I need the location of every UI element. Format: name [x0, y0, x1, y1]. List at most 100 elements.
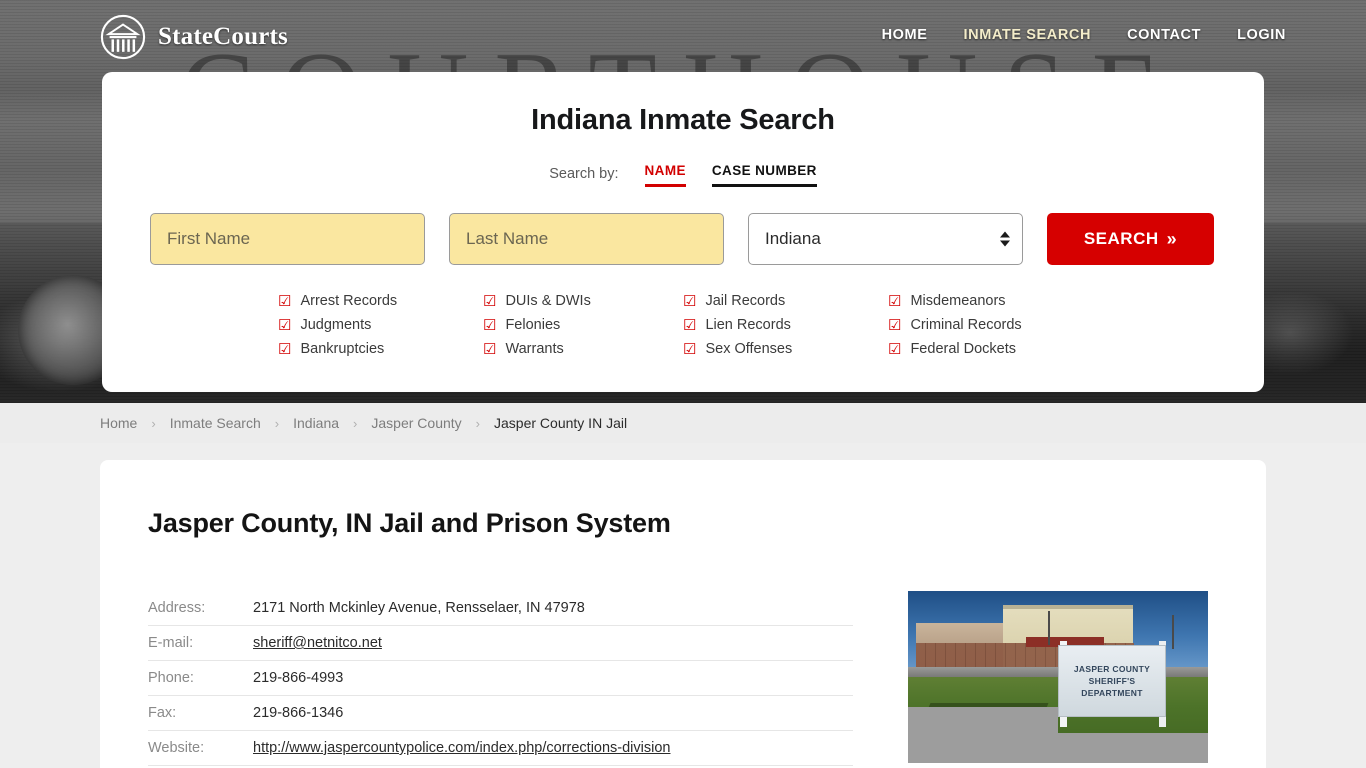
hero-header: COURTHOUSE StateCourts HOME INMATE SEARC… — [0, 0, 1366, 403]
facility-photo: JASPER COUNTY SHERIFF'S DEPARTMENT — [908, 591, 1208, 763]
sign-line-1: JASPER COUNTY — [1073, 664, 1151, 674]
search-button-label: SEARCH — [1083, 229, 1159, 248]
features-grid: ☑ Arrest Records ☑ DUIs & DWIs ☑ Jail Re… — [102, 293, 1264, 357]
photo-light-pole — [1172, 615, 1174, 649]
top-navigation: HOME INMATE SEARCH CONTACT LOGIN — [882, 27, 1286, 43]
feature-label: Federal Dockets — [910, 341, 1017, 357]
brand-name: StateCourts — [158, 23, 288, 50]
table-row: E-mail: sheriff@netnitco.net — [148, 626, 853, 661]
detail-label-address: Address: — [148, 600, 206, 616]
nav-item-inmate-search[interactable]: INMATE SEARCH — [964, 27, 1092, 43]
detail-value-address: 2171 North Mckinley Avenue, Rensselaer, … — [253, 600, 585, 616]
feature-label: Sex Offenses — [705, 341, 793, 357]
checkbox-checked-icon: ☑ — [278, 292, 292, 310]
feature-duis-dwis[interactable]: ☑ DUIs & DWIs — [483, 293, 683, 309]
breadcrumb-item-jasper-county[interactable]: Jasper County — [371, 415, 461, 431]
checkbox-checked-icon: ☑ — [483, 340, 497, 358]
brand-logo[interactable]: StateCourts — [100, 14, 288, 60]
feature-label: Arrest Records — [300, 293, 398, 309]
feature-label: Lien Records — [705, 317, 791, 333]
chevron-right-icon: › — [274, 415, 280, 431]
checkbox-checked-icon: ☑ — [278, 316, 292, 334]
search-button[interactable]: SEARCH » — [1047, 213, 1214, 265]
table-row: Fax: 219-866-1346 — [148, 696, 853, 731]
checkbox-checked-icon: ☑ — [888, 340, 902, 358]
email-link[interactable]: sheriff@netnitco.net — [253, 635, 382, 651]
page-title: Jasper County, IN Jail and Prison System — [148, 508, 671, 538]
feature-label: Felonies — [505, 317, 561, 333]
first-name-input[interactable] — [150, 213, 425, 265]
detail-value-phone: 219-866-4993 — [253, 670, 344, 686]
feature-bankruptcies[interactable]: ☑ Bankruptcies — [278, 341, 483, 357]
photo-footer-bar — [908, 733, 1208, 763]
sign-line-2: SHERIFF'S — [1088, 676, 1136, 686]
detail-label-phone: Phone: — [148, 670, 194, 686]
breadcrumb-item-inmate-search[interactable]: Inmate Search — [170, 415, 261, 431]
inmate-search-card: Indiana Inmate Search Search by: NAME CA… — [102, 72, 1264, 392]
checkbox-checked-icon: ☑ — [683, 340, 697, 358]
checkbox-checked-icon: ☑ — [278, 340, 292, 358]
feature-label: Warrants — [505, 341, 564, 357]
feature-felonies[interactable]: ☑ Felonies — [483, 317, 683, 333]
state-select-wrapper — [748, 213, 1023, 265]
table-row: Phone: 219-866-4993 — [148, 661, 853, 696]
photo-sheriff-sign: JASPER COUNTY SHERIFF'S DEPARTMENT — [1058, 645, 1166, 717]
feature-arrest-records[interactable]: ☑ Arrest Records — [278, 293, 483, 309]
tab-search-by-case-number[interactable]: CASE NUMBER — [711, 163, 817, 187]
feature-criminal-records[interactable]: ☑ Criminal Records — [888, 317, 1088, 333]
feature-jail-records[interactable]: ☑ Jail Records — [683, 293, 888, 309]
feature-label: Bankruptcies — [300, 341, 385, 357]
photo-crop-mask — [908, 707, 1058, 735]
breadcrumb-item-current: Jasper County IN Jail — [494, 415, 628, 431]
facility-details-table: Address: 2171 North Mckinley Avenue, Ren… — [148, 591, 853, 766]
feature-warrants[interactable]: ☑ Warrants — [483, 341, 683, 357]
detail-value-fax: 219-866-1346 — [253, 705, 344, 721]
feature-label: DUIs & DWIs — [505, 293, 591, 309]
feature-misdemeanors[interactable]: ☑ Misdemeanors — [888, 293, 1088, 309]
breadcrumb: Home › Inmate Search › Indiana › Jasper … — [0, 403, 1366, 443]
photo-light-pole — [1048, 611, 1050, 645]
state-select[interactable] — [748, 213, 1023, 265]
courthouse-circle-icon — [100, 14, 146, 60]
breadcrumb-item-indiana[interactable]: Indiana — [293, 415, 339, 431]
feature-judgments[interactable]: ☑ Judgments — [278, 317, 483, 333]
detail-label-fax: Fax: — [148, 705, 177, 721]
search-by-row: Search by: NAME CASE NUMBER — [102, 163, 1264, 187]
feature-lien-records[interactable]: ☑ Lien Records — [683, 317, 888, 333]
checkbox-checked-icon: ☑ — [483, 316, 497, 334]
feature-sex-offenses[interactable]: ☑ Sex Offenses — [683, 341, 888, 357]
checkbox-checked-icon: ☑ — [483, 292, 497, 310]
checkbox-checked-icon: ☑ — [888, 292, 902, 310]
search-by-label: Search by: — [549, 166, 619, 182]
search-form-row: SEARCH » — [102, 213, 1264, 265]
feature-label: Criminal Records — [910, 317, 1022, 333]
feature-label: Jail Records — [705, 293, 786, 309]
tab-search-by-name[interactable]: NAME — [644, 163, 686, 187]
double-chevron-right-icon: » — [1166, 228, 1178, 249]
breadcrumb-item-home[interactable]: Home — [100, 415, 137, 431]
detail-label-website: Website: — [148, 740, 205, 756]
sign-line-3: DEPARTMENT — [1081, 688, 1143, 698]
nav-item-contact[interactable]: CONTACT — [1127, 27, 1201, 43]
website-link[interactable]: http://www.jaspercountypolice.com/index.… — [253, 740, 670, 756]
feature-label: Judgments — [300, 317, 372, 333]
detail-label-email: E-mail: — [148, 635, 194, 651]
search-card-title: Indiana Inmate Search — [531, 104, 835, 136]
detail-layout: Address: 2171 North Mckinley Avenue, Ren… — [148, 591, 1218, 766]
detail-value-email: sheriff@netnitco.net — [253, 635, 382, 651]
nav-item-home[interactable]: HOME — [882, 27, 928, 43]
table-row: Address: 2171 North Mckinley Avenue, Ren… — [148, 591, 853, 626]
chevron-right-icon: › — [353, 415, 358, 431]
checkbox-checked-icon: ☑ — [683, 316, 697, 334]
table-row: Website: http://www.jaspercountypolice.c… — [148, 731, 853, 766]
feature-federal-dockets[interactable]: ☑ Federal Dockets — [888, 341, 1088, 357]
checkbox-checked-icon: ☑ — [888, 316, 902, 334]
nav-item-login[interactable]: LOGIN — [1237, 27, 1286, 43]
last-name-input[interactable] — [449, 213, 724, 265]
detail-value-website: http://www.jaspercountypolice.com/index.… — [253, 740, 670, 756]
chevron-right-icon: › — [151, 415, 156, 431]
chevron-right-icon: › — [475, 415, 481, 431]
content-card: Jasper County, IN Jail and Prison System… — [100, 460, 1266, 768]
checkbox-checked-icon: ☑ — [683, 292, 697, 310]
feature-label: Misdemeanors — [910, 293, 1006, 309]
